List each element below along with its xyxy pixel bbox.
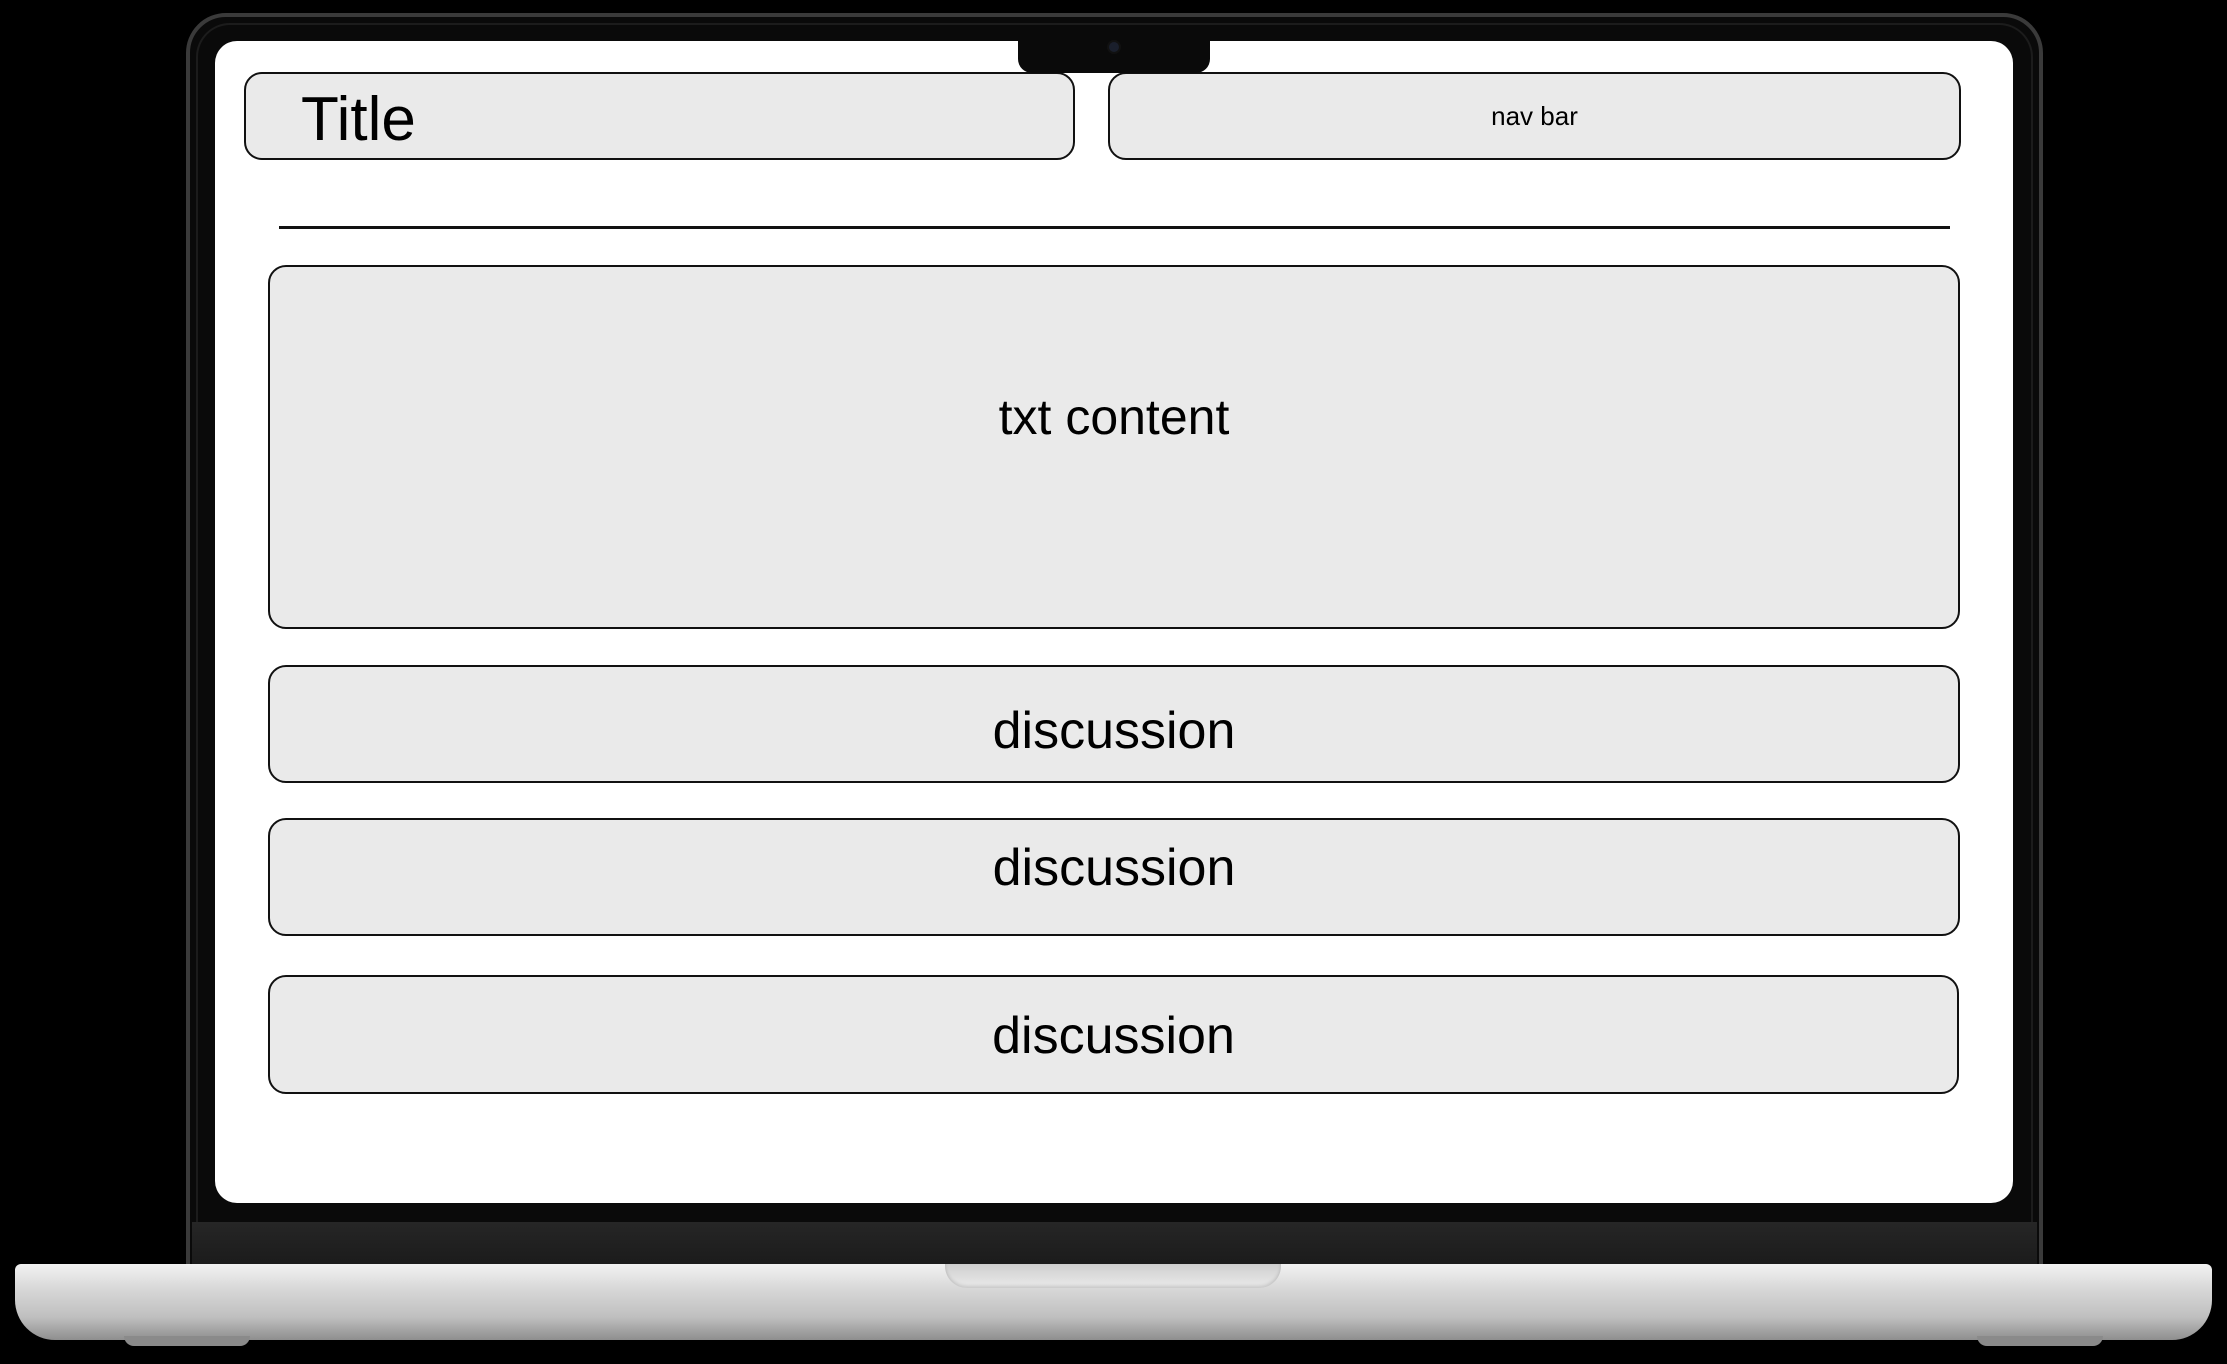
laptop-screen: Title nav bar txt content discussion dis… bbox=[215, 41, 2013, 1203]
header-divider bbox=[279, 226, 1950, 229]
discussion-item[interactable]: discussion bbox=[268, 975, 1959, 1094]
text-content-area: txt content bbox=[268, 265, 1960, 629]
laptop-opening-notch bbox=[945, 1264, 1281, 1288]
discussion-item[interactable]: discussion bbox=[268, 665, 1960, 783]
nav-bar[interactable]: nav bar bbox=[1108, 72, 1961, 160]
text-content-label: txt content bbox=[998, 389, 1230, 445]
page-title: Title bbox=[301, 85, 416, 154]
nav-bar-label: nav bar bbox=[1491, 100, 1578, 131]
discussion-label: discussion bbox=[992, 702, 1236, 760]
discussion-label: discussion bbox=[992, 839, 1236, 897]
title-box: Title bbox=[244, 72, 1075, 160]
camera-icon bbox=[1109, 42, 1119, 52]
laptop-chin bbox=[192, 1222, 2037, 1266]
discussion-label: discussion bbox=[992, 1007, 1235, 1065]
laptop-foot-right bbox=[1977, 1336, 2103, 1346]
laptop-foot-left bbox=[124, 1336, 250, 1346]
laptop-mockup: Title nav bar txt content discussion dis… bbox=[0, 0, 2227, 1364]
discussion-item[interactable]: discussion bbox=[268, 818, 1960, 936]
